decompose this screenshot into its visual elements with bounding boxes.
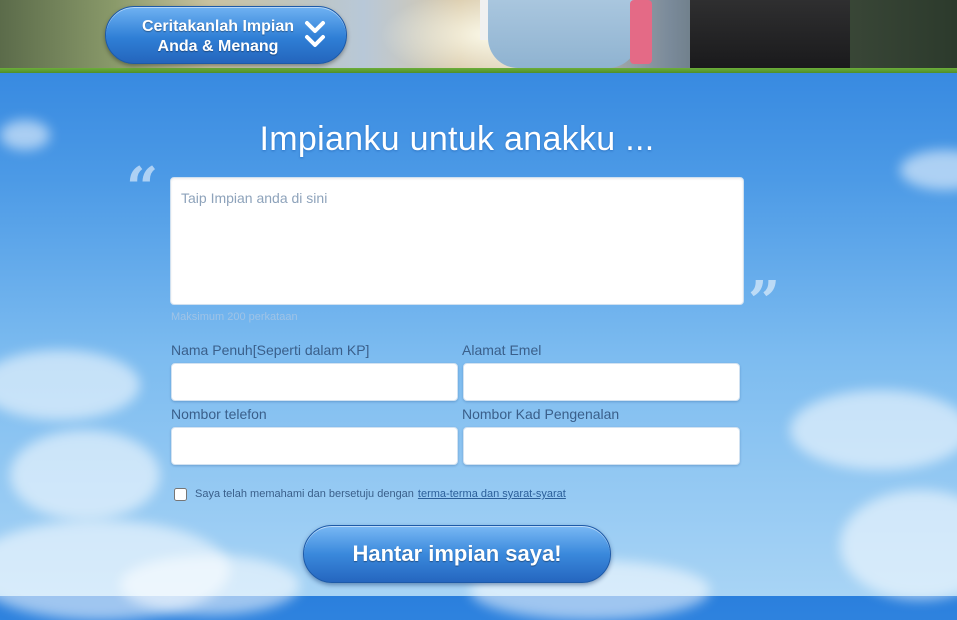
phone-label: Nombor telefon <box>171 406 267 422</box>
banner-backpack-strap <box>630 0 652 64</box>
fullname-label: Nama Penuh[Seperti dalam KP] <box>171 342 370 358</box>
close-quote-icon: ” <box>748 269 781 335</box>
email-label: Alamat Emel <box>462 342 542 358</box>
cloud <box>120 555 300 615</box>
banner-child-dress <box>488 0 638 68</box>
cloud <box>840 490 957 600</box>
terms-text: Saya telah memahami dan bersetuju dengan <box>195 488 414 500</box>
submit-dream-button[interactable]: Hantar impian saya! <box>303 525 611 583</box>
cloud <box>0 350 140 420</box>
tell-dream-label: Ceritakanlah Impian Anda & Menang <box>130 17 306 57</box>
page-title: Impianku untuk anakku ... <box>259 120 655 158</box>
terms-checkbox[interactable] <box>174 487 187 501</box>
tell-dream-line1: Ceritakanlah Impian <box>141 18 295 35</box>
max-words-note: Maksimum 200 perkataan <box>171 311 298 323</box>
terms-agreement-row: Saya telah memahami dan bersetuju dengan… <box>174 486 566 502</box>
tell-dream-line2: Anda & Menang <box>157 38 279 55</box>
terms-link[interactable]: terma-terma dan syarat-syarat <box>418 488 566 500</box>
ic-number-label: Nombor Kad Pengenalan <box>462 406 620 422</box>
cloud <box>790 390 957 470</box>
banner-adult <box>690 0 850 68</box>
tell-dream-button[interactable]: Ceritakanlah Impian Anda & Menang <box>105 6 347 64</box>
dream-textarea[interactable] <box>170 177 744 305</box>
double-chevron-down-icon <box>305 21 325 47</box>
open-quote-icon: “ <box>126 155 159 221</box>
fullname-field[interactable] <box>171 363 458 401</box>
phone-field[interactable] <box>171 427 458 465</box>
banner-divider <box>0 68 957 73</box>
ic-number-field[interactable] <box>463 427 740 465</box>
email-field[interactable] <box>463 363 740 401</box>
cloud <box>10 430 160 520</box>
